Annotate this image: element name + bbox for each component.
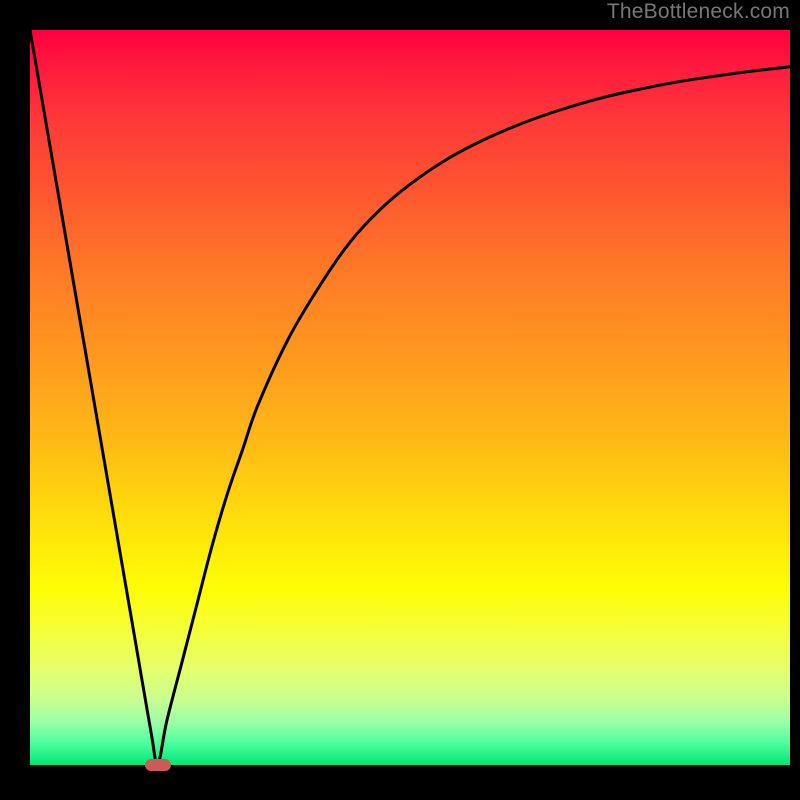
minimum-marker: [145, 759, 171, 771]
bottleneck-curve: [30, 30, 790, 765]
plot-area: [30, 30, 790, 765]
chart-frame: TheBottleneck.com: [0, 0, 800, 800]
watermark-text: TheBottleneck.com: [607, 0, 790, 24]
curve-svg: [30, 30, 790, 765]
